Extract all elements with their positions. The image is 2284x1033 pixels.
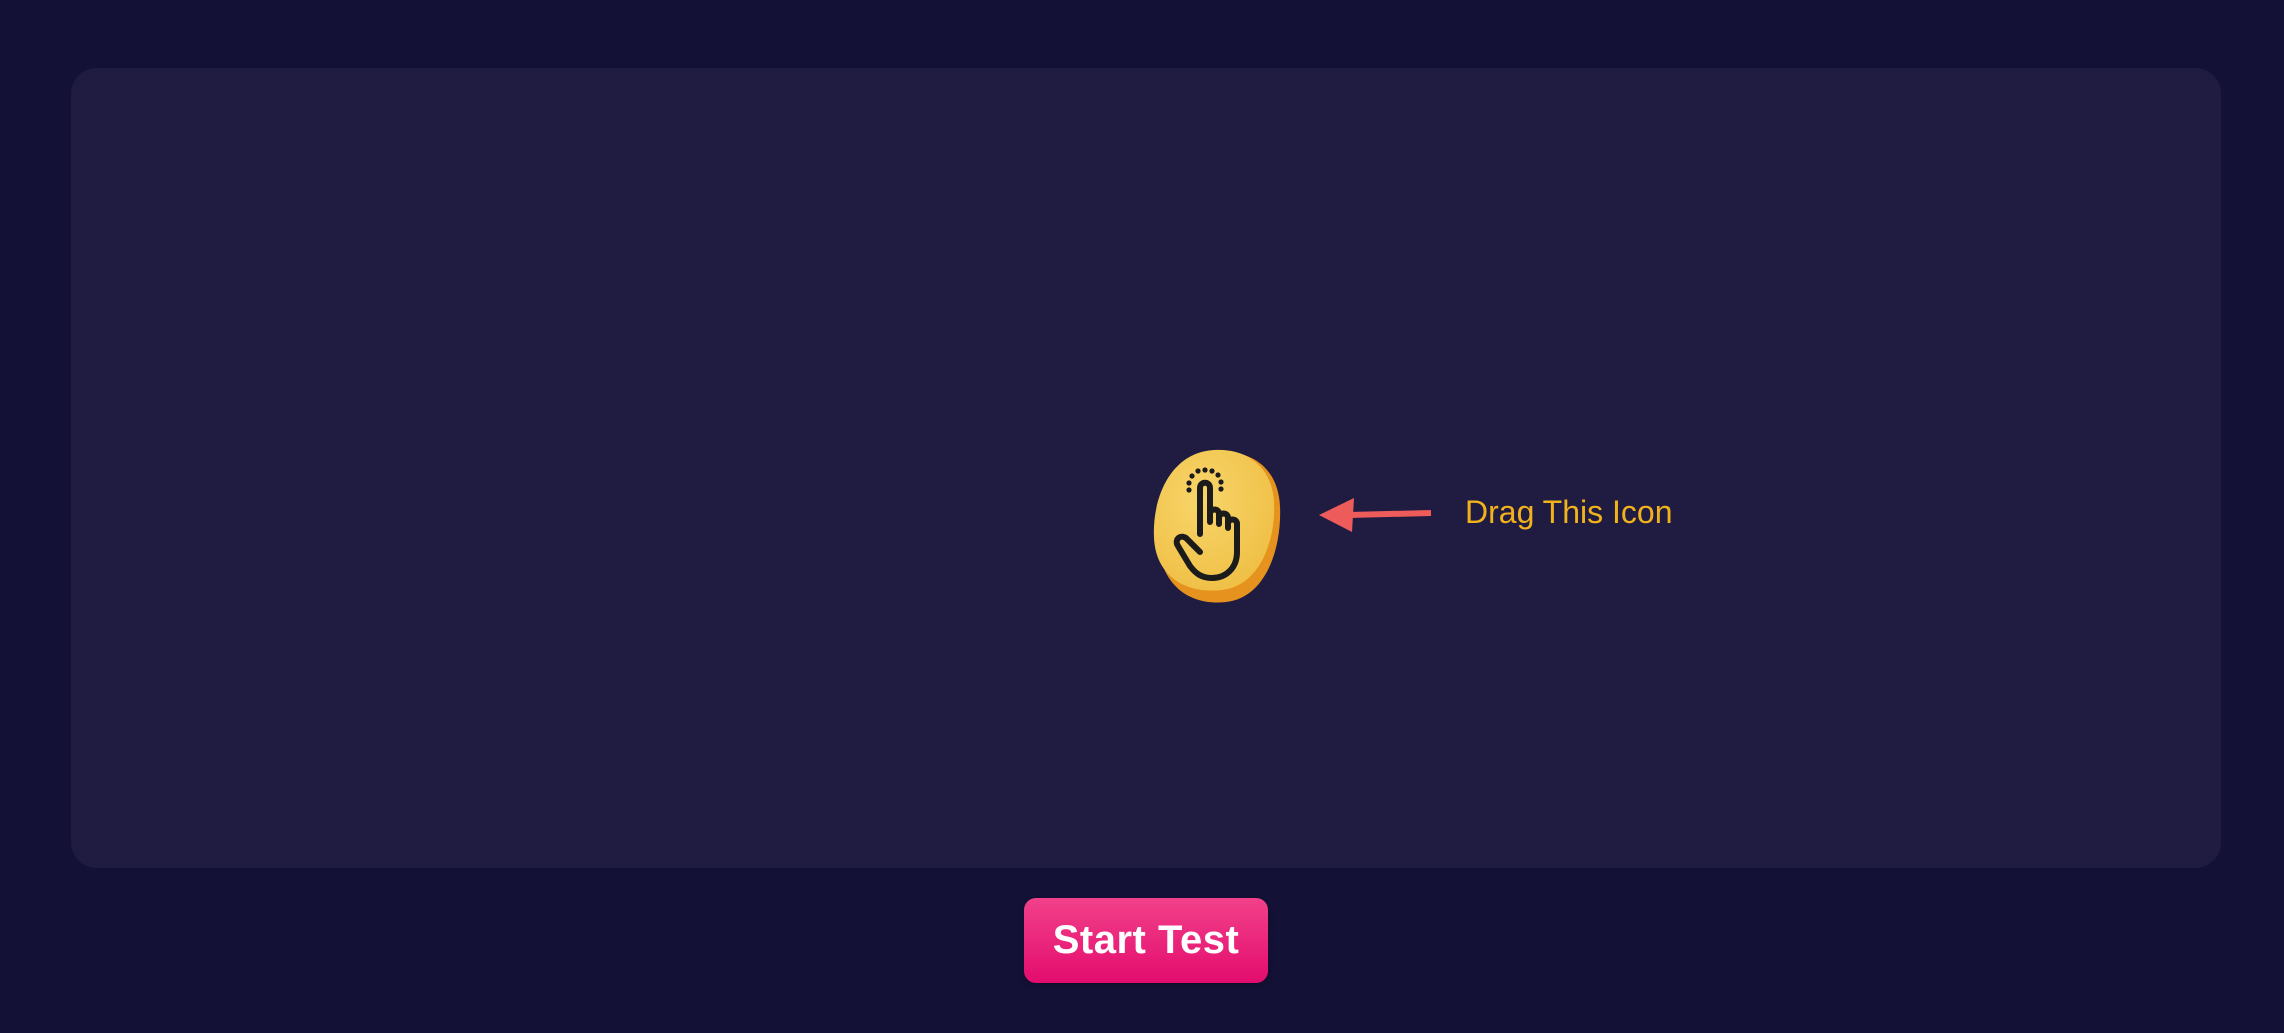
arrow-left-icon (1319, 492, 1434, 536)
drag-area: Drag This Icon (71, 68, 2221, 868)
start-test-button[interactable]: Start Test (1024, 898, 1268, 983)
tap-hand-icon[interactable] (1152, 448, 1282, 604)
drag-hint-text: Drag This Icon (1465, 494, 1673, 530)
